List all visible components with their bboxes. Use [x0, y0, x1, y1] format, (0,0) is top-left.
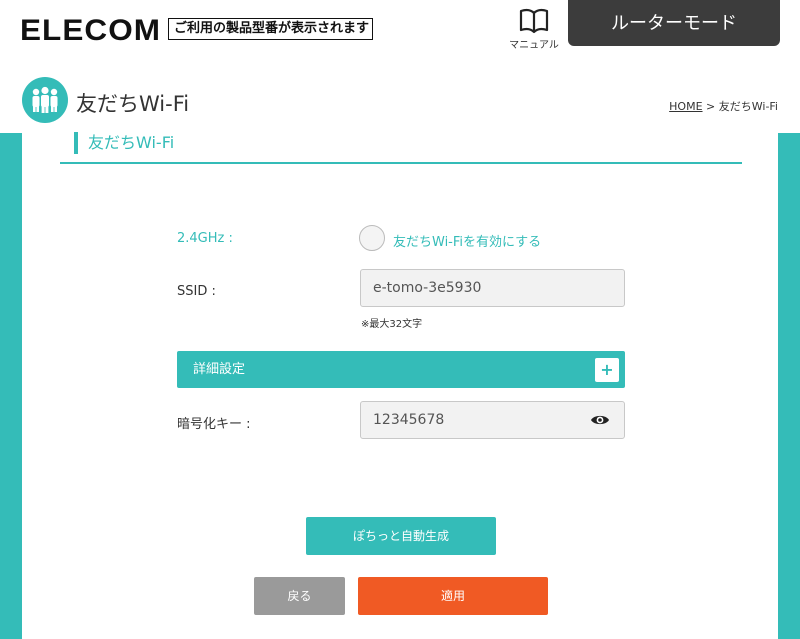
left-border	[0, 133, 22, 639]
encryption-key-label: 暗号化キー :	[177, 417, 251, 432]
enable-friends-wifi-toggle[interactable]	[359, 225, 385, 251]
encryption-key-input[interactable]: 12345678	[360, 401, 625, 439]
ssid-label: SSID :	[177, 284, 216, 299]
breadcrumb-current: 友だちWi-Fi	[718, 100, 778, 113]
breadcrumb: HOME > 友だちWi-Fi	[669, 98, 778, 114]
ssid-note: ※最大32文字	[361, 319, 423, 330]
ssid-input[interactable]: e-tomo-3e5930	[360, 269, 625, 307]
section-heading: 友だちWi-Fi	[74, 132, 174, 154]
model-number-box: ご利用の製品型番が表示されます	[168, 18, 373, 40]
page-title: 友だちWi-Fi	[76, 92, 190, 116]
book-icon	[519, 8, 549, 34]
header: ELECOM ご利用の製品型番が表示されます マニュアル ルーターモード	[0, 0, 800, 60]
breadcrumb-home-link[interactable]: HOME	[669, 100, 702, 113]
manual-link[interactable]: マニュアル	[508, 8, 560, 51]
breadcrumb-separator: >	[702, 100, 719, 113]
band-label: 2.4GHz :	[177, 231, 233, 246]
right-border	[778, 133, 800, 639]
eye-icon[interactable]	[590, 412, 610, 432]
router-mode-button[interactable]: ルーターモード	[568, 0, 780, 46]
friends-group-icon	[22, 77, 68, 123]
auto-generate-button[interactable]: ぽちっと自動生成	[306, 517, 496, 555]
section-divider	[60, 162, 742, 164]
advanced-settings-label: 詳細設定	[193, 362, 246, 377]
expand-plus-icon[interactable]: +	[595, 358, 619, 382]
back-button[interactable]: 戻る	[254, 577, 345, 615]
enable-friends-wifi-label[interactable]: 友だちWi-Fiを有効にする	[393, 231, 541, 250]
advanced-settings-bar[interactable]: 詳細設定 +	[177, 351, 625, 388]
apply-button[interactable]: 適用	[358, 577, 548, 615]
elecom-logo[interactable]: ELECOM	[20, 14, 161, 48]
manual-label: マニュアル	[509, 40, 559, 51]
